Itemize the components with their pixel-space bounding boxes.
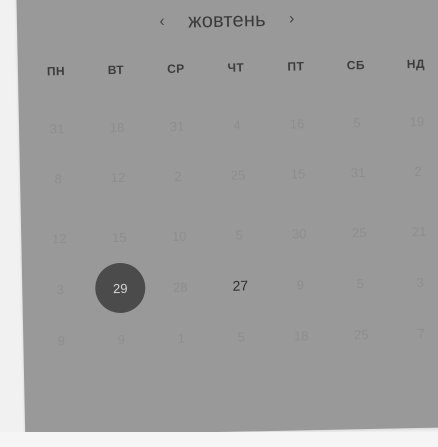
day-number: 5 bbox=[353, 114, 361, 130]
day-cell[interactable]: 10 bbox=[149, 210, 210, 261]
day-number: 29 bbox=[112, 280, 128, 296]
day-cell[interactable]: 2 bbox=[148, 150, 209, 201]
weekday-label: СБ bbox=[346, 58, 366, 73]
day-number: 4 bbox=[233, 117, 241, 133]
day-number: 12 bbox=[110, 169, 126, 185]
day-number: 21 bbox=[411, 223, 427, 239]
day-number: 16 bbox=[289, 115, 305, 132]
selected-day-cell[interactable]: 29 bbox=[90, 262, 151, 314]
day-number: 8 bbox=[54, 170, 62, 186]
day-number: 1 bbox=[177, 330, 186, 346]
day-cell[interactable]: 25 bbox=[208, 149, 269, 200]
day-cell[interactable]: 16 bbox=[267, 98, 328, 149]
week-row: 8 12 2 25 15 31 2 bbox=[28, 145, 438, 203]
weekday-label: ЧТ bbox=[227, 60, 245, 75]
day-cell[interactable]: 9 bbox=[31, 315, 92, 366]
day-number: 27 bbox=[232, 277, 249, 294]
today-day-cell[interactable]: 27 bbox=[210, 260, 271, 311]
day-number: 5 bbox=[237, 328, 246, 345]
day-number: 5 bbox=[235, 227, 243, 243]
day-cell[interactable]: 8 bbox=[28, 153, 89, 204]
day-number: 9 bbox=[117, 331, 126, 347]
day-number: 2 bbox=[174, 168, 182, 184]
day-number: 25 bbox=[351, 224, 367, 240]
day-cell[interactable]: 18 bbox=[271, 310, 332, 361]
day-cell[interactable]: 25 bbox=[331, 309, 392, 360]
calendar-card: ‹ жовтень › ПН ВТ СР ЧТ ПТ СБ НД 31 18 3… bbox=[16, 0, 438, 436]
day-number: 28 bbox=[172, 279, 188, 295]
day-number: 18 bbox=[109, 119, 125, 135]
day-number: 3 bbox=[56, 281, 65, 297]
day-number: 12 bbox=[51, 230, 67, 246]
day-number: 7 bbox=[417, 325, 426, 341]
day-number: 15 bbox=[290, 165, 306, 182]
day-cell[interactable]: 5 bbox=[330, 258, 391, 309]
day-cell[interactable]: 12 bbox=[29, 213, 90, 264]
day-number: 15 bbox=[111, 229, 127, 245]
weekday-label: НД bbox=[406, 56, 425, 72]
day-cell[interactable]: 30 bbox=[269, 208, 330, 259]
prev-month-button[interactable]: ‹ bbox=[154, 11, 170, 33]
day-number: 25 bbox=[230, 166, 246, 183]
week-row: 12 15 10 5 30 25 21 bbox=[29, 205, 438, 263]
day-cell[interactable]: 18 bbox=[87, 101, 148, 152]
month-title: жовтень bbox=[187, 8, 266, 33]
week-row: 9 9 1 5 18 25 7 bbox=[31, 307, 438, 365]
day-cell[interactable]: 9 bbox=[270, 259, 331, 310]
day-number: 9 bbox=[57, 332, 66, 348]
day-number: 3 bbox=[416, 274, 424, 290]
day-cell[interactable]: 4 bbox=[207, 99, 268, 150]
calendar-header: ‹ жовтень › bbox=[17, 0, 438, 42]
day-cell[interactable]: 25 bbox=[329, 207, 390, 258]
day-cell[interactable]: 12 bbox=[88, 151, 149, 202]
day-cell[interactable]: 3 bbox=[390, 256, 438, 307]
day-cell[interactable]: 7 bbox=[391, 307, 438, 358]
weekday-label: ПН bbox=[46, 64, 66, 79]
day-cell[interactable]: 5 bbox=[209, 209, 270, 260]
week-row: 3 29 28 27 9 5 3 bbox=[30, 256, 438, 314]
calendar-screen: ‹ жовтень › ПН ВТ СР ЧТ ПТ СБ НД 31 18 3… bbox=[0, 0, 438, 447]
page-bottom-strip bbox=[0, 432, 438, 447]
day-number: 31 bbox=[350, 164, 366, 180]
day-number: 9 bbox=[296, 276, 305, 292]
week-row: 31 18 31 4 16 5 19 bbox=[27, 95, 438, 153]
day-cell[interactable]: 2 bbox=[387, 145, 438, 196]
day-cell[interactable]: 15 bbox=[89, 211, 150, 262]
next-month-button[interactable]: › bbox=[284, 8, 300, 30]
day-cell[interactable]: 21 bbox=[389, 205, 438, 256]
day-number: 5 bbox=[356, 275, 364, 291]
day-cell[interactable]: 5 bbox=[211, 311, 272, 362]
day-cell[interactable]: 31 bbox=[147, 100, 208, 151]
weekday-label: ВТ bbox=[107, 62, 125, 78]
day-number: 30 bbox=[291, 225, 307, 242]
day-number: 31 bbox=[49, 120, 65, 136]
day-cell[interactable]: 28 bbox=[150, 261, 211, 312]
day-cell[interactable]: 9 bbox=[91, 313, 152, 364]
weekday-label: СР bbox=[167, 61, 185, 76]
day-cell[interactable]: 31 bbox=[27, 103, 88, 154]
chevron-right-icon: › bbox=[288, 10, 295, 28]
chevron-left-icon: ‹ bbox=[159, 13, 165, 31]
day-cell[interactable]: 15 bbox=[268, 148, 329, 199]
day-number: 31 bbox=[169, 118, 185, 134]
day-cell[interactable]: 3 bbox=[30, 264, 91, 315]
weekday-header: ПН ВТ СР ЧТ ПТ СБ НД bbox=[26, 56, 438, 79]
day-number: 10 bbox=[171, 228, 187, 244]
day-number: 18 bbox=[293, 327, 309, 343]
day-cell[interactable]: 31 bbox=[328, 147, 389, 198]
day-cell[interactable]: 5 bbox=[327, 97, 388, 148]
weekday-label: ПТ bbox=[287, 59, 305, 74]
day-number: 19 bbox=[409, 113, 425, 129]
day-number: 2 bbox=[414, 163, 422, 179]
day-cell[interactable]: 1 bbox=[151, 312, 212, 363]
day-number: 25 bbox=[353, 326, 369, 342]
day-cell[interactable]: 19 bbox=[386, 95, 438, 146]
